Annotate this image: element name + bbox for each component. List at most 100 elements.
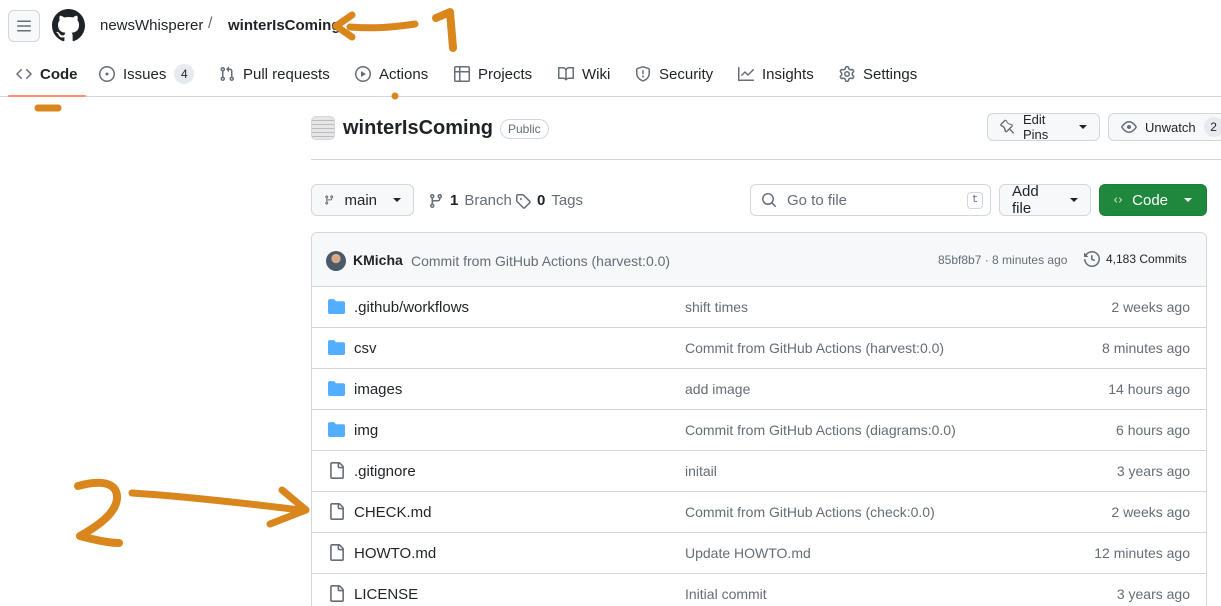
tab-projects[interactable]: Projects — [454, 52, 532, 96]
file-name-link[interactable]: csv — [354, 340, 377, 357]
hamburger-icon — [17, 20, 31, 32]
annotation-arrow-2 — [128, 489, 304, 514]
tab-settings[interactable]: Settings — [839, 52, 917, 96]
repo-title[interactable]: winterIsComing — [343, 117, 493, 140]
tab-pull-requests[interactable]: Pull requests — [219, 52, 330, 96]
eye-icon — [1121, 121, 1137, 133]
folder-icon — [328, 299, 345, 314]
file-row[interactable]: img Commit from GitHub Actions (diagrams:… — [312, 410, 1206, 451]
watch-counter: 2 — [1203, 117, 1221, 137]
file-commit-age: 2 weeks ago — [1111, 504, 1190, 520]
file-commit-age: 3 years ago — [1116, 586, 1190, 602]
annotation-number-2 — [74, 478, 123, 547]
pull-request-icon — [220, 66, 235, 82]
file-row[interactable]: images add image 14 hours ago — [312, 369, 1206, 410]
edit-pins-label: Edit Pins — [1022, 112, 1049, 142]
file-row[interactable]: CHECK.md Commit from GitHub Actions (chec… — [312, 492, 1206, 533]
annotation-arrow-2-head — [266, 486, 310, 528]
git-branch-icon — [325, 195, 334, 205]
github-logo-icon[interactable] — [52, 9, 85, 42]
tab-label: Pull requests — [243, 65, 330, 83]
commit-count: 4,183 Commits — [1106, 252, 1187, 266]
commit-sha-time[interactable]: 85bf8b7 · 8 minutes ago — [938, 253, 1067, 267]
history-icon — [1084, 251, 1100, 267]
file-row[interactable]: LICENSE Initial commit 3 years ago — [312, 574, 1206, 606]
tab-label: Security — [659, 65, 714, 83]
branch-label: Branch — [464, 192, 512, 209]
go-to-file-input[interactable] — [787, 191, 957, 209]
header-divider — [311, 159, 1221, 160]
file-name-link[interactable]: CHECK.md — [354, 504, 432, 521]
tab-label: Settings — [863, 65, 918, 83]
edit-pins-button[interactable]: Edit Pins — [987, 112, 1100, 142]
file-row[interactable]: .gitignore initail 3 years ago — [312, 451, 1206, 492]
avatar[interactable] — [326, 251, 346, 271]
global-header: newsWhisperer / winterIsComing — [0, 0, 1221, 52]
file-icon — [330, 585, 344, 602]
chevron-down-icon — [1079, 125, 1087, 129]
file-commit-message-link[interactable]: Commit from GitHub Actions (check:0.0) — [685, 504, 935, 520]
file-commit-age: 8 minutes ago — [1102, 340, 1190, 356]
commit-author-link[interactable]: KMicha — [353, 252, 403, 268]
chevron-down-icon — [1070, 198, 1078, 202]
search-icon — [762, 193, 777, 208]
go-to-file-field[interactable]: t — [750, 184, 991, 216]
file-row[interactable]: HOWTO.md Update HOWTO.md 12 minutes ago — [312, 533, 1206, 574]
chevron-down-icon — [393, 198, 401, 202]
file-icon — [330, 462, 344, 479]
file-name-link[interactable]: img — [354, 422, 378, 439]
graph-icon — [738, 67, 754, 81]
file-commit-message-link[interactable]: Commit from GitHub Actions (diagrams:0.0… — [685, 422, 956, 438]
tag-icon — [516, 193, 531, 209]
commit-history-link[interactable]: 4,183 Commits — [1084, 251, 1187, 267]
tab-insights[interactable]: Insights — [738, 52, 814, 96]
tab-label: Insights — [762, 65, 814, 83]
git-branch-icon — [429, 193, 442, 208]
code-icon — [1114, 197, 1123, 203]
commit-message-link[interactable]: Commit from GitHub Actions (harvest:0.0) — [411, 253, 670, 269]
unwatch-button[interactable]: Unwatch 2 — [1108, 113, 1221, 141]
tab-actions[interactable]: Actions — [355, 52, 428, 96]
issue-icon — [99, 66, 115, 82]
folder-icon — [328, 381, 345, 396]
book-icon — [558, 66, 574, 81]
tags-link[interactable]: 0 Tags — [515, 192, 583, 209]
file-row[interactable]: csv Commit from GitHub Actions (harvest:0… — [312, 328, 1206, 369]
keyboard-shortcut-hint: t — [967, 192, 983, 209]
file-commit-message-link[interactable]: Initial commit — [685, 586, 767, 602]
tab-wiki[interactable]: Wiki — [558, 52, 610, 96]
code-icon — [16, 68, 32, 80]
file-row[interactable]: .github/workflows shift times 2 weeks ago — [312, 287, 1206, 328]
code-dropdown-button[interactable]: Code — [1099, 184, 1207, 216]
tab-label: Wiki — [582, 65, 611, 83]
tab-security[interactable]: Security — [635, 52, 713, 96]
tab-issues[interactable]: Issues 4 — [99, 52, 195, 96]
file-name-link[interactable]: images — [354, 381, 402, 398]
tag-label: Tags — [551, 192, 584, 209]
file-commit-message-link[interactable]: add image — [685, 381, 750, 397]
repo-owner-avatar — [311, 116, 335, 140]
file-name-link[interactable]: HOWTO.md — [354, 545, 436, 562]
file-commit-message-link[interactable]: Update HOWTO.md — [685, 545, 811, 561]
branch-name: main — [344, 191, 377, 209]
file-commit-message-link[interactable]: Commit from GitHub Actions (harvest:0.0) — [685, 340, 944, 356]
file-name-link[interactable]: .gitignore — [354, 463, 416, 480]
breadcrumb-repo-link[interactable]: winterIsComing — [228, 17, 341, 34]
tab-label: Code — [40, 65, 78, 83]
hamburger-menu-button[interactable] — [8, 10, 40, 42]
file-commit-message-link[interactable]: initail — [685, 463, 717, 479]
gear-icon — [839, 66, 855, 82]
file-icon — [330, 503, 344, 520]
tab-code[interactable]: Code — [8, 52, 85, 97]
branches-link[interactable]: 1 Branch — [428, 192, 512, 209]
file-name-link[interactable]: .github/workflows — [354, 299, 469, 316]
file-name-link[interactable]: LICENSE — [354, 586, 418, 603]
add-file-button[interactable]: Add file — [999, 183, 1091, 217]
breadcrumb-owner-link[interactable]: newsWhisperer — [100, 17, 203, 34]
file-commit-age: 14 hours ago — [1108, 381, 1190, 397]
file-commit-age: 2 weeks ago — [1111, 299, 1190, 315]
file-browser: KMicha Commit from GitHub Actions (harve… — [311, 232, 1207, 606]
branch-selector-button[interactable]: main — [311, 184, 414, 216]
code-button-label: Code — [1132, 191, 1168, 209]
file-commit-message-link[interactable]: shift times — [685, 299, 748, 315]
